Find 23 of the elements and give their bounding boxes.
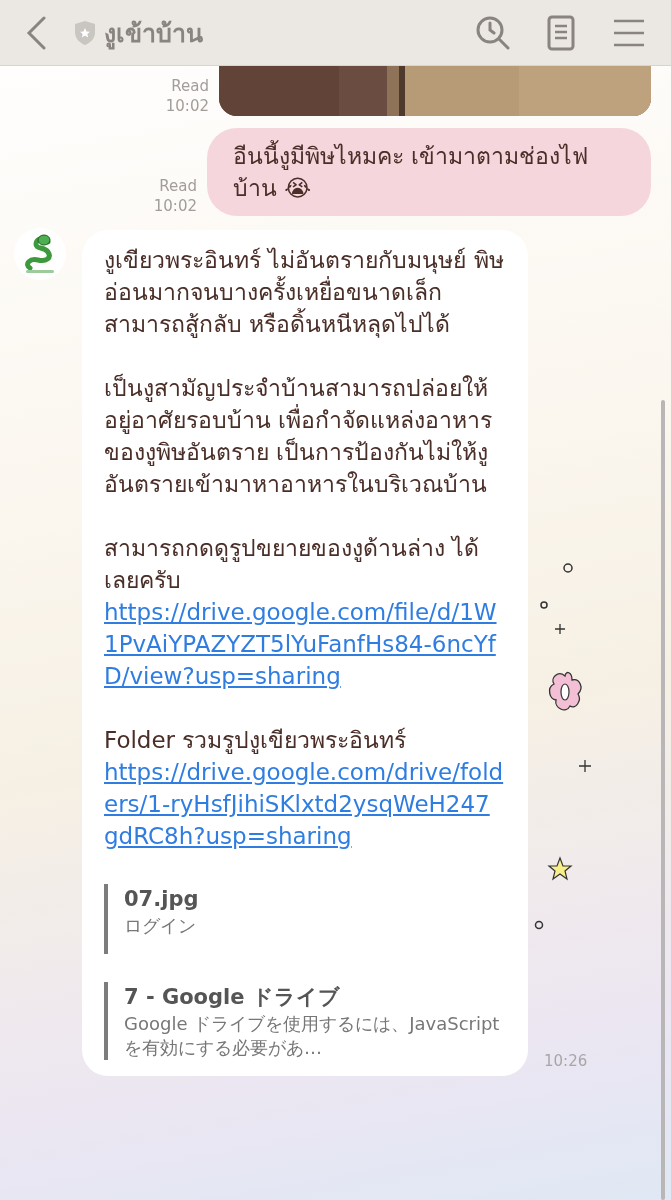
preview-title: 07.jpg (124, 886, 200, 913)
preview-description: ログイン (124, 914, 197, 938)
link[interactable]: https://drive.google.com/drive/folders/1-ryHsfJihiSKlxtd2ysqWeH247gdRC8h?usp=sharing (104, 756, 504, 852)
preview-title: 7 - Google ドライブ (124, 984, 341, 1011)
timestamp: 10:02 (165, 96, 209, 116)
link[interactable]: https://drive.google.com/file/d/1W1PvAiYPAZYZT5lYuFanfHs84-6ncYfD/view?usp=sharing (104, 596, 504, 692)
message-text: เป็นงูสามัญประจำบ้านสามารถปล่อยให้อยู่อาศัยรอบบ้าน เพื่อกำจัดแหล่งอาหารของงูพิษอันตราย เป็นการป้องกันไม่ให้งูอันตรายเข้ามาหาอาหารในบริเวณบ้าน (104, 372, 494, 499)
search-icon[interactable] (475, 14, 511, 51)
read-label: Read (159, 176, 197, 196)
message-bubble: อีนนี้งูมีพิษไหมคะ เข้ามาตามช่องไฟบ้าน 😭 (207, 128, 651, 216)
scrollbar[interactable] (661, 400, 665, 1200)
read-label: Read (171, 76, 209, 96)
message-text: งูเขียวพระอินทร์ ไม่อันตรายกับมนุษย์ พิษอ่อนมากจนบางครั้งเหยื่อขนาดเล็กสามารถสู้กลับ หรือดิ้นหนีหลุดไปได้ (104, 246, 504, 340)
message-text: สามารถกดดูรูปขยายของงูด้านล่าง ได้เลยครับ (104, 534, 481, 595)
shield-icon (74, 19, 96, 46)
avatar-icon (14, 228, 66, 280)
link-preview[interactable]: 7 - Google ドライブ Google ドライブを使用するには、JavaScript を有効にする必要があ… (104, 982, 504, 1060)
timestamp: 10:02 (153, 196, 197, 216)
chat-title: งูเข้าบ้าน (104, 17, 204, 52)
message-text: Folder รวมรูปงูเขียวพระอินทร์ (104, 726, 408, 756)
link-preview[interactable]: 07.jpg ログイン (104, 884, 504, 954)
preview-description: Google ドライブを使用するには、JavaScript を有効にする必要があ… (124, 1012, 501, 1060)
timestamp: 10:26 (544, 1052, 588, 1070)
